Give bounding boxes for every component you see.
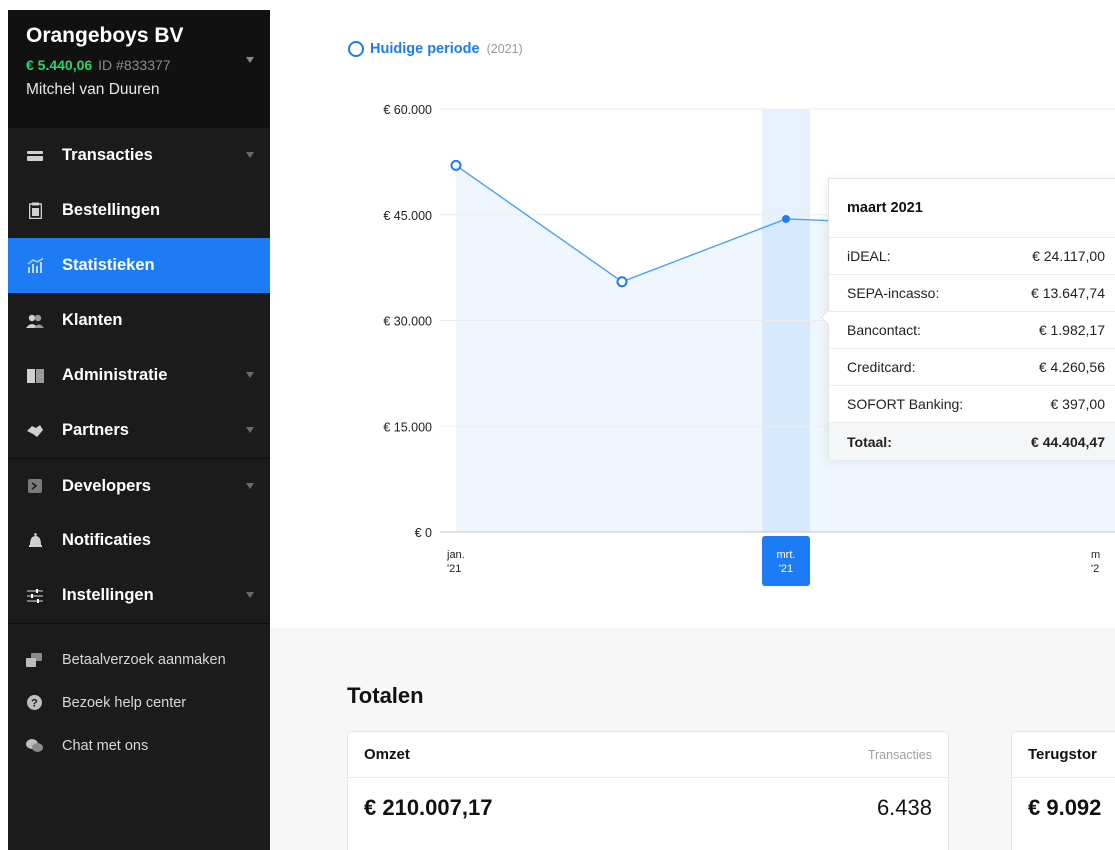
card-title: Omzet (364, 746, 410, 763)
tooltip-row-value: € 13.647,74 (1031, 285, 1105, 301)
chat-icon (25, 737, 43, 755)
totals-title: Totalen (347, 683, 424, 708)
data-point (616, 276, 628, 288)
y-tick-label: € 30.000 (383, 315, 432, 329)
chat-link[interactable]: Chat met ons (8, 724, 270, 767)
x-tick-label: mrt. (777, 549, 796, 561)
y-tick-label: € 45.000 (383, 209, 432, 223)
chargebacks-card[interactable]: Terugstor € 9.092 (1011, 731, 1115, 850)
y-tick-label: € 15.000 (383, 420, 432, 434)
help-center-link[interactable]: ? Bezoek help center (8, 681, 270, 724)
data-point (450, 159, 462, 171)
tooltip-row: Bancontact: € 1.982,17 (829, 312, 1115, 349)
y-tick-label: € 0 (415, 526, 432, 540)
payment-request-link[interactable]: Betaalverzoek aanmaken (8, 638, 270, 681)
chart-tooltip: maart 2021 iDEAL: € 24.117,00 SEPA-incass… (820, 178, 1115, 460)
tooltip-row-value: € 24.117,00 (1032, 248, 1105, 264)
tooltip-row-label: iDEAL: (847, 248, 891, 264)
x-tick-label: jan. (446, 549, 465, 561)
x-tick-label: '2 (1091, 563, 1099, 575)
tooltip-total-label: Totaal: (847, 433, 892, 450)
help-icon: ? (25, 694, 43, 712)
tooltip-row-value: € 397,00 (1050, 396, 1106, 412)
tooltip-row: SEPA-incasso: € 13.647,74 (829, 275, 1115, 312)
svg-text:?: ? (31, 698, 38, 710)
tooltip-row: Creditcard: € 4.260,56 (829, 349, 1115, 386)
totals-section: Totalen Omzet Transacties € 210.007,17 6… (270, 628, 1115, 850)
app-root: Orangeboys BV € 5.440,06 ID #833377 Mitch… (0, 0, 1115, 850)
x-tick-highlight (762, 536, 810, 586)
sec-label: Betaalverzoek aanmaken (62, 651, 226, 668)
x-tick-label: m (1091, 549, 1100, 561)
card-count: 6.438 (876, 795, 932, 820)
tooltip-row-value: € 4.260,56 (1038, 359, 1105, 375)
tooltip-row: SOFORT Banking: € 397,00 (829, 386, 1115, 423)
card-meta: Transacties (867, 747, 932, 762)
tooltip-row-label: Bancontact: (847, 322, 921, 338)
revenue-card[interactable]: Omzet Transacties € 210.007,17 6.438 (347, 731, 949, 850)
card-amount: € 9.092 (1028, 795, 1102, 820)
sec-label: Chat met ons (62, 737, 149, 754)
tooltip-row: iDEAL: € 24.117,00 (829, 238, 1115, 275)
secondary-nav: Betaalverzoek aanmaken ? Bezoek help cen… (8, 623, 270, 767)
y-tick-label: € 60.000 (383, 103, 432, 117)
data-point-active (782, 214, 790, 223)
payment-request-icon (25, 651, 43, 669)
tooltip-total-value: € 44.404,47 (1031, 433, 1105, 450)
x-tick-label: '21 (779, 563, 793, 575)
tooltip-row-value: € 1.982,17 (1038, 322, 1105, 338)
tooltip-title: maart 2021 (829, 179, 1115, 238)
sec-label: Bezoek help center (62, 694, 187, 711)
card-title: Terugstor (1028, 746, 1097, 763)
tooltip-row-label: SEPA-incasso: (847, 285, 940, 301)
tooltip-row-label: SOFORT Banking: (847, 396, 964, 412)
tooltip-row-label: Creditcard: (847, 359, 916, 375)
x-tick-label: '21 (447, 563, 461, 575)
card-amount: € 210.007,17 (364, 795, 493, 820)
tooltip-total-row: Totaal: € 44.404,47 (829, 423, 1115, 460)
